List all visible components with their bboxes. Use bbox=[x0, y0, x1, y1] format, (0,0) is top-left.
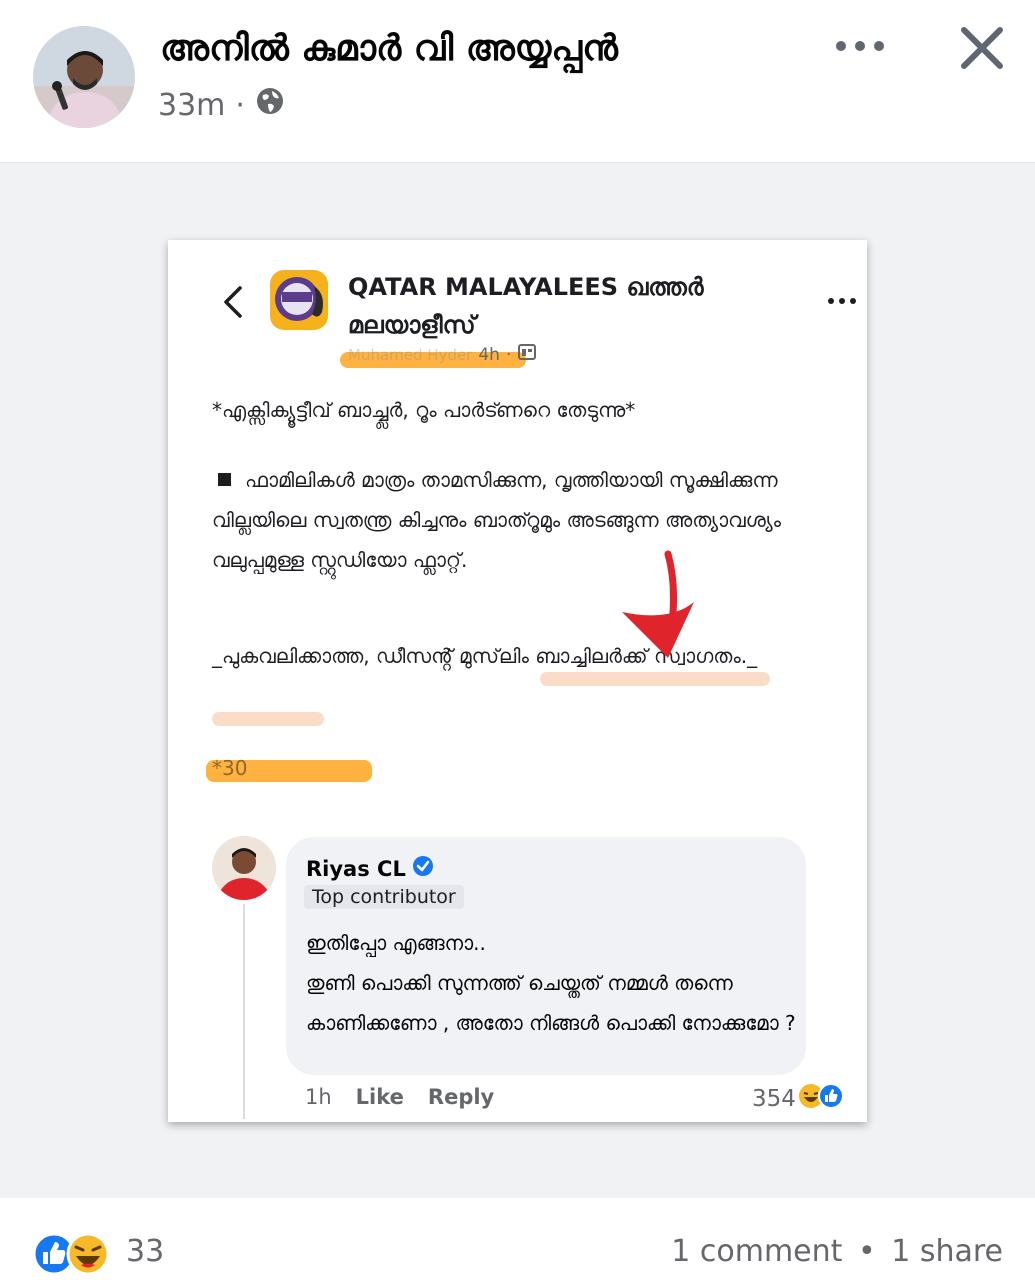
close-icon[interactable] bbox=[958, 24, 1006, 72]
comment-bubble: Riyas CL Top contributor ഇതിപ്പോ എങ്ങനാ.… bbox=[286, 837, 806, 1075]
post-text-line1: *എക്സിക്യൂട്ടീവ് ബാച്ച്ലർ, റൂം പാർട്ണറെ … bbox=[212, 398, 636, 422]
comment-text: ഇതിപ്പോ എങ്ങനാ.. തുണി പൊക്കി സുന്നത്ത് ച… bbox=[306, 923, 796, 1043]
highlight-mark-2 bbox=[212, 712, 324, 726]
post-stats: 1 comment • 1 share bbox=[671, 1234, 1003, 1269]
post-header: അനിൽ കുമാർ വി അയ്യപ്പൻ 33m · bbox=[0, 0, 1035, 162]
card-more-icon bbox=[828, 298, 856, 306]
post-subline: Muhamed Hyder 4h · bbox=[348, 342, 537, 367]
post-text-redacted: *30 bbox=[212, 756, 248, 780]
post-text-para3: _പുകവലിക്കാത്ത, ഡീസൻ്റ് മുസ്‌ലിം ബാച്ചില… bbox=[212, 644, 758, 668]
comment-reaction-count: 354 bbox=[752, 1086, 796, 1112]
post-time[interactable]: 33m bbox=[158, 88, 225, 123]
author-avatar[interactable] bbox=[33, 26, 135, 128]
comment-count-link[interactable]: 1 comment bbox=[671, 1234, 842, 1269]
stats-bullet: • bbox=[857, 1234, 876, 1269]
group-logo bbox=[268, 268, 330, 332]
comment-like-link: Like bbox=[355, 1085, 404, 1109]
post-footer: 33 1 comment • 1 share bbox=[0, 1198, 1035, 1280]
author-name[interactable]: അനിൽ കുമാർ വി അയ്യപ്പൻ bbox=[160, 28, 618, 70]
meta-separator: · bbox=[235, 87, 245, 123]
post-meta: 33m · bbox=[158, 86, 285, 124]
comment-line2: തുണി പൊക്കി സുന്നത്ത് ചെയ്തത് നമ്മൾ തന്ന… bbox=[306, 971, 796, 1035]
subline-separator: · bbox=[505, 344, 512, 365]
commenter-name-text: Riyas CL bbox=[306, 856, 406, 881]
comment-reactions: 354 bbox=[752, 1083, 844, 1115]
audience-icon bbox=[517, 342, 537, 367]
post-text-para2: ഫാമിലികൾ മാത്രം താമസിക്കുന്ന, വൃത്തിയായി… bbox=[212, 460, 832, 580]
comment-time: 1h bbox=[305, 1085, 332, 1109]
back-arrow-icon bbox=[220, 284, 248, 320]
reaction-icons[interactable] bbox=[32, 1232, 122, 1276]
screenshot-post-time: 4h bbox=[478, 344, 500, 365]
comment-actions: 1h Like Reply bbox=[305, 1085, 494, 1109]
post-image[interactable]: QATAR MALAYALEES ഖത്തർ മലയാളീസ് Muhamed … bbox=[0, 163, 1035, 1198]
commenter-name: Riyas CL bbox=[306, 855, 434, 882]
globe-icon bbox=[255, 86, 285, 124]
group-name: QATAR MALAYALEES ഖത്തർ മലയാളീസ് bbox=[348, 273, 704, 339]
haha-reaction-icon bbox=[66, 1232, 110, 1280]
screenshot-card: QATAR MALAYALEES ഖത്തർ മലയാളീസ് Muhamed … bbox=[168, 240, 867, 1122]
red-arrow-icon bbox=[608, 550, 718, 670]
poster-name-redacted: Muhamed Hyder bbox=[348, 345, 473, 364]
commenter-avatar bbox=[212, 836, 276, 900]
share-count-link[interactable]: 1 share bbox=[891, 1234, 1003, 1269]
comment-thread-line bbox=[243, 904, 245, 1119]
like-reaction-icon bbox=[817, 1083, 844, 1115]
verified-badge-icon bbox=[412, 855, 434, 882]
bullet-square-icon bbox=[218, 473, 231, 486]
top-contributor-badge: Top contributor bbox=[304, 885, 464, 909]
comment-reply-link: Reply bbox=[427, 1085, 495, 1109]
comment-line1: ഇതിപ്പോ എങ്ങനാ.. bbox=[306, 931, 486, 955]
reaction-count[interactable]: 33 bbox=[126, 1234, 164, 1269]
more-options-icon[interactable] bbox=[836, 30, 884, 62]
